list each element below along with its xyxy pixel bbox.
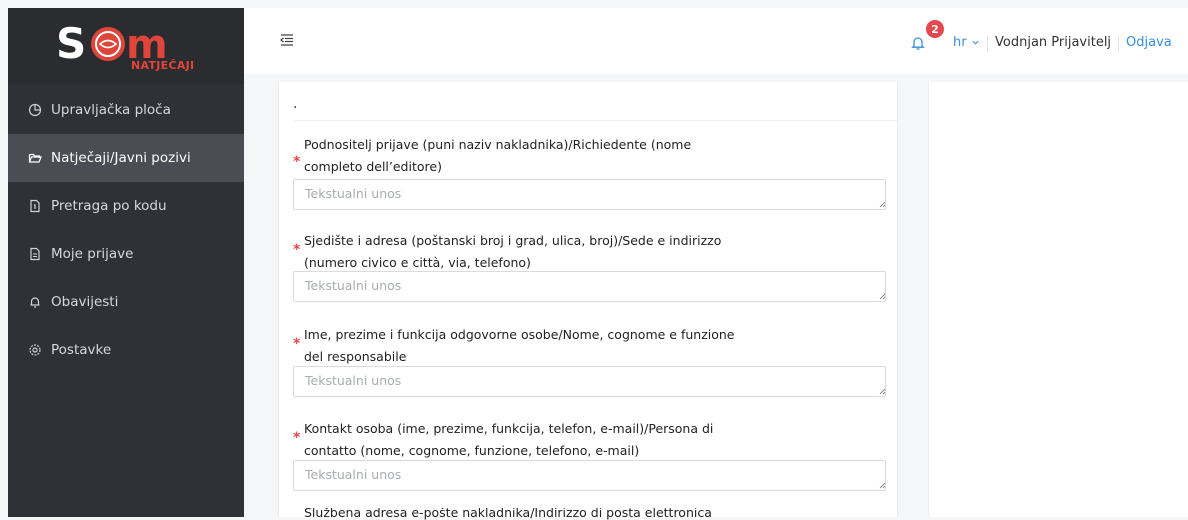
field-label: Ime, prezime i funkcija odgovorne osobe/… xyxy=(304,327,735,364)
required-asterisk: * xyxy=(293,242,301,258)
sidebar-item-settings[interactable]: Postavke xyxy=(8,326,244,374)
main-content: . * Podnositelj prijave (puni naziv nakl… xyxy=(244,74,1188,520)
menu-collapse-icon[interactable] xyxy=(279,32,295,48)
form-divider xyxy=(293,120,897,121)
sidebar-item-label: Moje prijave xyxy=(51,246,134,262)
previous-field-value: . xyxy=(293,96,298,112)
document-icon xyxy=(28,247,42,261)
logo[interactable]: S m NATJEČAJI xyxy=(8,8,244,84)
applicant-name-textarea[interactable]: Tekstualni unos xyxy=(293,179,886,210)
sidebar-item-label: Obavijesti xyxy=(51,294,119,310)
field-label: Kontakt osoba (ime, prezime, funkcija, t… xyxy=(304,421,714,458)
sidebar: S m NATJEČAJI Upravljačka ploča Natječaj… xyxy=(8,8,244,517)
sidebar-item-label: Natječaji/Javni pozivi xyxy=(51,150,191,166)
sidebar-item-label: Postavke xyxy=(51,342,112,358)
resize-handle-icon[interactable] xyxy=(878,292,886,300)
sidebar-item-notifications[interactable]: Obavijesti xyxy=(8,278,244,326)
notification-bell-icon[interactable] xyxy=(911,35,925,51)
resize-handle-icon[interactable] xyxy=(878,387,886,395)
resize-handle-icon[interactable] xyxy=(878,200,886,208)
top-header: 2 hr Vodnjan Prijavitelj Odjava xyxy=(244,8,1188,74)
resize-handle-icon[interactable] xyxy=(878,481,886,489)
logo-subtitle: NATJEČAJI xyxy=(131,59,195,72)
field-label: Službena adresa e-pošte nakladnika/Indir… xyxy=(304,508,712,520)
logout-link[interactable]: Odjava xyxy=(1126,35,1172,50)
form-field-official-email: Službena adresa e-pošte nakladnika/Indir… xyxy=(293,508,885,520)
field-label: Podnositelj prijave (puni naziv nakladni… xyxy=(304,137,692,174)
language-value: hr xyxy=(953,35,967,50)
header-divider xyxy=(1118,36,1119,52)
address-textarea[interactable]: Tekstualni unos xyxy=(293,271,886,302)
header-divider xyxy=(987,36,988,52)
contact-person-textarea[interactable]: Tekstualni unos xyxy=(293,460,886,491)
responsible-person-textarea[interactable]: Tekstualni unos xyxy=(293,366,886,397)
application-form: . * Podnositelj prijave (puni naziv nakl… xyxy=(278,82,898,520)
field-label: Sjedište i adresa (poštanski broj i grad… xyxy=(304,233,722,270)
sidebar-item-dashboard[interactable]: Upravljačka ploča xyxy=(8,86,244,134)
chevron-down-icon xyxy=(972,40,979,45)
svg-text:S: S xyxy=(56,19,86,68)
form-field-applicant: * Podnositelj prijave (puni naziv naklad… xyxy=(293,134,886,210)
required-asterisk: * xyxy=(293,430,301,446)
notification-count-badge: 2 xyxy=(926,20,944,38)
gear-icon xyxy=(28,343,42,357)
form-field-address: * Sjedište i adresa (poštanski broj i gr… xyxy=(293,230,886,304)
sidebar-item-search-by-code[interactable]: Pretraga po kodu xyxy=(8,182,244,230)
right-panel xyxy=(928,82,1188,517)
sidebar-item-tenders[interactable]: Natječaji/Javni pozivi xyxy=(8,134,244,182)
sidebar-nav: Upravljačka ploča Natječaji/Javni pozivi… xyxy=(8,86,244,374)
language-selector[interactable]: hr xyxy=(953,35,980,50)
app-frame: S m NATJEČAJI Upravljačka ploča Natječaj… xyxy=(0,0,1188,520)
document-search-icon xyxy=(28,199,42,213)
user-name: Vodnjan Prijavitelj xyxy=(995,35,1112,50)
folder-open-icon xyxy=(28,151,42,165)
required-asterisk: * xyxy=(293,336,301,352)
sidebar-item-label: Pretraga po kodu xyxy=(51,198,167,214)
form-field-responsible-person: * Ime, prezime i funkcija odgovorne osob… xyxy=(293,324,886,398)
pie-chart-icon xyxy=(28,103,42,117)
bell-icon xyxy=(28,295,42,309)
sidebar-item-my-applications[interactable]: Moje prijave xyxy=(8,230,244,278)
sidebar-item-label: Upravljačka ploča xyxy=(51,102,171,118)
form-field-contact-person: * Kontakt osoba (ime, prezime, funkcija,… xyxy=(293,418,886,492)
required-asterisk: * xyxy=(293,154,301,170)
